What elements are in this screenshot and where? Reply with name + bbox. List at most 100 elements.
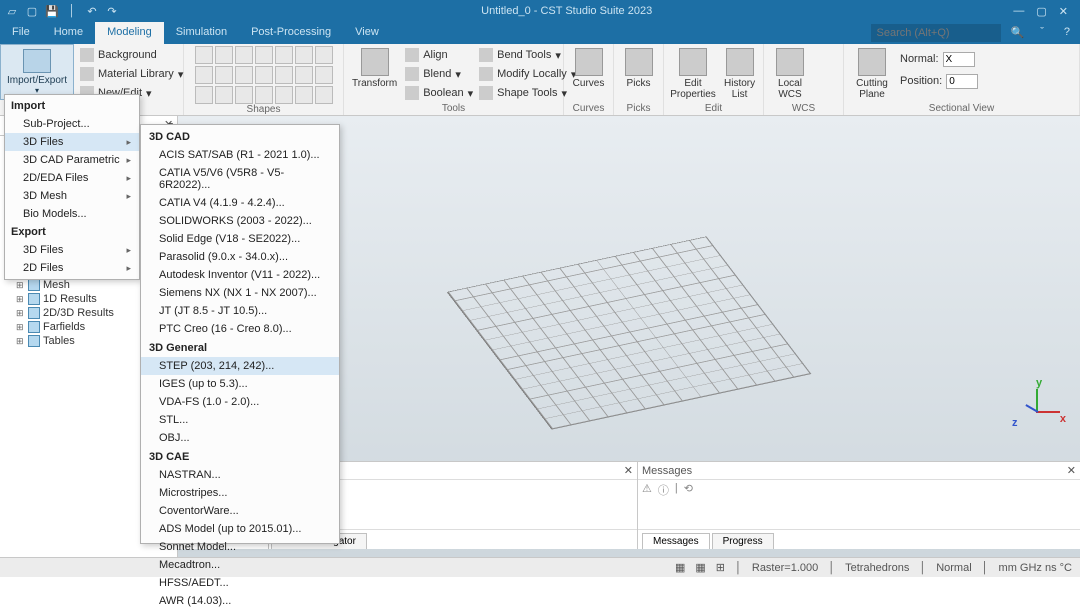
submenu-item[interactable]: VDA-FS (1.0 - 2.0)... <box>141 393 339 411</box>
submenu-item[interactable]: Mecadtron... <box>141 556 339 574</box>
messages-close-icon[interactable]: ✕ <box>1067 464 1076 477</box>
boolean-button[interactable]: Boolean ▾ <box>405 84 473 102</box>
submenu-item[interactable]: CoventorWare... <box>141 502 339 520</box>
submenu-item[interactable]: Autodesk Inventor (V11 - 2022)... <box>141 266 339 284</box>
progress-tab[interactable]: Progress <box>712 533 774 549</box>
axis-y-label: y <box>1036 377 1042 389</box>
tab-view[interactable]: View <box>343 22 391 44</box>
curves-button[interactable]: Curves <box>570 46 607 91</box>
submenu-item[interactable]: Parasolid (9.0.x - 34.0.x)... <box>141 248 339 266</box>
menu-item[interactable]: 3D CAD Parametric▸ <box>5 151 139 169</box>
messages-header: Messages <box>642 465 692 477</box>
picks-icon <box>625 48 653 76</box>
menu-item[interactable]: 3D Files▸ <box>5 241 139 259</box>
submenu-item[interactable]: Sonnet Model... <box>141 538 339 556</box>
submenu-group-header: 3D General <box>141 338 339 357</box>
msg-clear-icon[interactable]: ⟲ <box>684 482 693 498</box>
menu-item[interactable]: 2D Files▸ <box>5 259 139 277</box>
submenu-item[interactable]: CATIA V4 (4.1.9 - 4.2.4)... <box>141 194 339 212</box>
qat-new-icon[interactable]: ▱ <box>4 3 20 19</box>
msg-warn-icon[interactable]: ⚠ <box>642 482 652 498</box>
menu-item[interactable]: 2D/EDA Files▸ <box>5 169 139 187</box>
position-input[interactable] <box>946 74 978 89</box>
picks-button[interactable]: Picks <box>620 46 657 91</box>
submenu-group-header: 3D CAD <box>141 127 339 146</box>
search-input[interactable] <box>871 24 1001 42</box>
menu-item[interactable]: 3D Mesh▸ <box>5 187 139 205</box>
bend-tools-button[interactable]: Bend Tools ▾ <box>479 46 576 64</box>
messages-tab[interactable]: Messages <box>642 533 710 549</box>
menu-item[interactable]: 3D Files▸ <box>5 133 139 151</box>
submenu-item[interactable]: JT (JT 8.5 - JT 10.5)... <box>141 302 339 320</box>
menu-item[interactable]: Bio Models... <box>5 205 139 223</box>
shape-tools-button[interactable]: Shape Tools ▾ <box>479 84 576 102</box>
blend-button[interactable]: Blend ▾ <box>405 65 473 83</box>
submenu-item[interactable]: OBJ... <box>141 429 339 447</box>
wcs-sub1-icon[interactable] <box>816 52 832 68</box>
local-wcs-icon <box>776 48 804 76</box>
quick-access-toolbar: ▱ ▢ 💾 │ ↶ ↷ <box>4 3 120 19</box>
submenu-item[interactable]: IGES (up to 5.3)... <box>141 375 339 393</box>
cutting-plane-button[interactable]: Cutting Plane <box>850 46 894 102</box>
tab-file[interactable]: File <box>0 22 42 44</box>
modify-locally-button[interactable]: Modify Locally ▾ <box>479 65 576 83</box>
submenu-item[interactable]: Siemens NX (NX 1 - NX 2007)... <box>141 284 339 302</box>
submenu-item[interactable]: STEP (203, 214, 242)... <box>141 357 339 375</box>
align-icon <box>405 48 419 62</box>
submenu-item[interactable]: AWR (14.03)... <box>141 592 339 610</box>
qat-undo-icon[interactable]: ↶ <box>84 3 100 19</box>
search-icon[interactable]: 🔍 <box>1005 22 1031 44</box>
status-plane2-icon[interactable]: ▦ <box>695 561 705 574</box>
local-wcs-button[interactable]: Local WCS <box>770 46 810 102</box>
status-raster: Raster=1.000 <box>752 562 818 574</box>
transform-button[interactable]: Transform <box>350 46 399 91</box>
background-icon <box>80 48 94 62</box>
shape-tools-icon <box>479 86 493 100</box>
menu-item[interactable]: Sub-Project... <box>5 115 139 133</box>
tab-home[interactable]: Home <box>42 22 95 44</box>
qat-save-icon[interactable]: 💾 <box>44 3 60 19</box>
help-icon[interactable]: ? <box>1054 22 1080 44</box>
tab-simulation[interactable]: Simulation <box>164 22 239 44</box>
msg-sep: | <box>675 482 678 498</box>
axis-x-label: x <box>1060 413 1066 425</box>
qat-sep: │ <box>64 3 80 19</box>
normal-input[interactable] <box>943 52 975 67</box>
ribbon-collapse-icon[interactable]: ˇ <box>1030 22 1054 44</box>
menu-bar: File Home Modeling Simulation Post-Proce… <box>0 22 1080 44</box>
axis-triad: y x z <box>1006 377 1066 437</box>
align-button[interactable]: Align <box>405 46 473 64</box>
submenu-item[interactable]: SOLIDWORKS (2003 - 2022)... <box>141 212 339 230</box>
submenu-item[interactable]: CATIA V5/V6 (V5R8 - V5-6R2022)... <box>141 164 339 194</box>
submenu-item[interactable]: ACIS SAT/SAB (R1 - 2021 1.0)... <box>141 146 339 164</box>
submenu-item[interactable]: PTC Creo (16 - Creo 8.0)... <box>141 320 339 338</box>
submenu-item[interactable]: Microstripes... <box>141 484 339 502</box>
window-title: Untitled_0 - CST Studio Suite 2023 <box>120 5 1013 17</box>
background-button[interactable]: Background <box>80 46 183 64</box>
modify-icon <box>479 67 493 81</box>
submenu-item[interactable]: Solid Edge (V18 - SE2022)... <box>141 230 339 248</box>
minimize-button[interactable]: — <box>1013 5 1024 18</box>
maximize-button[interactable]: ▢ <box>1036 5 1046 18</box>
qat-open-icon[interactable]: ▢ <box>24 3 40 19</box>
import-export-button[interactable]: Import/Export ▾ <box>0 44 74 100</box>
tab-postprocessing[interactable]: Post-Processing <box>239 22 343 44</box>
shapes-gallery[interactable] <box>195 46 333 104</box>
submenu-item[interactable]: STL... <box>141 411 339 429</box>
status-plane-icon[interactable]: ▦ <box>675 561 685 574</box>
tab-modeling[interactable]: Modeling <box>95 22 164 44</box>
msg-info-icon[interactable]: ⓘ <box>658 482 669 498</box>
status-snap-icon[interactable]: ⊞ <box>716 561 725 574</box>
close-button[interactable]: ✕ <box>1059 5 1068 18</box>
submenu-item[interactable]: NASTRAN... <box>141 466 339 484</box>
param-close-icon[interactable]: ✕ <box>624 464 633 477</box>
submenu-item[interactable]: ADS Model (up to 2015.01)... <box>141 520 339 538</box>
history-list-button[interactable]: History List <box>722 46 757 102</box>
history-icon <box>726 48 754 76</box>
wcs-sub2-icon[interactable] <box>816 69 832 85</box>
material-library-button[interactable]: Material Library ▾ <box>80 65 183 83</box>
edit-properties-button[interactable]: Edit Properties <box>670 46 716 102</box>
import-export-icon <box>23 49 51 73</box>
qat-redo-icon[interactable]: ↷ <box>104 3 120 19</box>
status-mode: Normal <box>936 562 971 574</box>
